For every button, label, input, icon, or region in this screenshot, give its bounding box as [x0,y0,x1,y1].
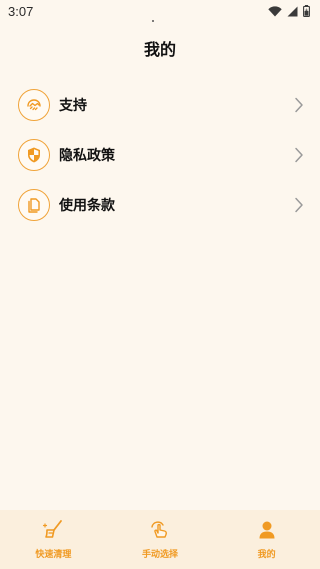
tab-label: 我的 [257,550,276,560]
status-bar: 3:07 [0,0,320,22]
signal-icon [287,6,298,16]
tab-quick-clean[interactable]: 快速清理 [0,510,107,569]
menu-item-privacy-policy[interactable]: 隐私政策 [0,130,320,180]
status-time: 3:07 [8,3,34,19]
broom-icon [41,518,65,542]
bottom-nav: 快速清理 手动选择 我的 [0,510,320,569]
page-title: 我的 [143,40,176,59]
chevron-right-icon [295,97,303,113]
camera-cutout [152,20,154,22]
tab-label: 手动选择 [142,550,179,560]
profile-screen: 3:07 我的 支持 隐私政策 使用条款 快速清理 手动选择 我的 [0,0,320,569]
menu-item-label: 使用条款 [59,198,115,214]
tap-hand-icon [148,518,172,542]
tab-manual-select[interactable]: 手动选择 [107,510,214,569]
shield-icon [18,139,50,171]
menu-item-terms-of-use[interactable]: 使用条款 [0,180,320,230]
tab-label: 快速清理 [35,550,72,560]
person-icon [255,518,279,542]
handshake-icon [18,89,50,121]
chevron-right-icon [295,147,303,163]
wifi-icon [268,5,282,16]
document-icon [18,189,50,221]
chevron-right-icon [295,197,303,213]
menu-list: 支持 隐私政策 使用条款 [0,80,320,230]
battery-icon [303,5,310,17]
menu-item-support[interactable]: 支持 [0,80,320,130]
menu-item-label: 支持 [59,98,87,114]
status-icons [268,5,310,17]
tab-mine[interactable]: 我的 [213,510,320,569]
menu-item-label: 隐私政策 [59,148,115,164]
